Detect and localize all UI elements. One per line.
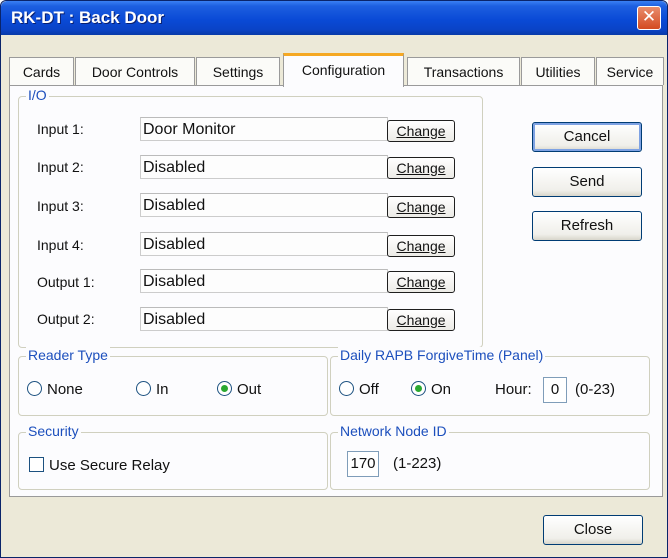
tab-utilities[interactable]: Utilities	[521, 57, 595, 85]
radio-circle-icon	[27, 381, 42, 396]
tab-door-controls[interactable]: Door Controls	[75, 57, 195, 85]
reader-type-group: Reader Type None In Out	[18, 347, 328, 416]
radio-selected-icon	[217, 381, 232, 396]
radio-label: In	[156, 381, 169, 398]
reader-type-label: Reader Type	[26, 347, 110, 363]
network-node-label: Network Node ID	[338, 423, 449, 439]
change-button[interactable]: Change	[387, 235, 455, 257]
send-button[interactable]: Send	[532, 167, 642, 197]
node-id-input[interactable]: 170	[347, 451, 379, 477]
radio-label: On	[431, 381, 452, 398]
io-row-value: Disabled	[140, 155, 388, 179]
reader-in-radio[interactable]: In	[136, 381, 169, 398]
change-button[interactable]: Change	[387, 120, 455, 142]
dialog-window: RK-DT : Back Door ✕ Cards Door Controls …	[0, 0, 668, 558]
radio-circle-icon	[339, 381, 354, 396]
io-row-value: Disabled	[140, 307, 388, 331]
radio-label: None	[47, 381, 83, 398]
io-row-label: Input 3:	[37, 198, 84, 214]
close-icon[interactable]: ✕	[637, 6, 661, 30]
reader-none-radio[interactable]: None	[27, 381, 83, 398]
hour-input[interactable]: 0	[543, 377, 567, 403]
cancel-button[interactable]: Cancel	[532, 122, 642, 152]
io-row-label: Output 1:	[37, 274, 95, 290]
tab-service[interactable]: Service	[596, 57, 664, 85]
radio-label: Out	[237, 381, 262, 398]
hour-label: Hour:	[495, 381, 532, 398]
tab-transactions[interactable]: Transactions	[407, 57, 520, 85]
tab-settings[interactable]: Settings	[196, 57, 280, 85]
io-group: I/O Input 1: Door Monitor Change Input 2…	[18, 87, 483, 348]
tab-configuration[interactable]: Configuration	[283, 53, 404, 87]
io-row-value: Disabled	[140, 232, 388, 256]
refresh-button[interactable]: Refresh	[532, 211, 642, 241]
change-button[interactable]: Change	[387, 271, 455, 293]
io-row-value: Disabled	[140, 193, 388, 217]
io-row-value: Door Monitor	[140, 117, 388, 141]
hour-range: (0-23)	[575, 381, 616, 398]
io-row-label: Input 4:	[37, 237, 84, 253]
reader-out-radio[interactable]: Out	[217, 381, 261, 398]
window-title: RK-DT : Back Door	[11, 8, 165, 27]
checkbox-icon	[29, 457, 44, 472]
configuration-panel: I/O Input 1: Door Monitor Change Input 2…	[9, 85, 663, 497]
close-button[interactable]: Close	[543, 515, 643, 545]
change-button[interactable]: Change	[387, 196, 455, 218]
security-group: Security Use Secure Relay	[18, 423, 328, 490]
radio-selected-icon	[411, 381, 426, 396]
io-row-value: Disabled	[140, 269, 388, 293]
io-row-label: Input 2:	[37, 159, 84, 175]
change-button[interactable]: Change	[387, 309, 455, 331]
checkbox-label: Use Secure Relay	[49, 457, 170, 474]
rapb-off-radio[interactable]: Off	[339, 381, 379, 398]
io-row-label: Input 1:	[37, 121, 84, 137]
secure-relay-checkbox[interactable]: Use Secure Relay	[29, 457, 170, 474]
rapb-on-radio[interactable]: On	[411, 381, 451, 398]
tab-strip: Cards Door Controls Settings Configurati…	[9, 41, 664, 87]
io-row-label: Output 2:	[37, 311, 95, 327]
radio-label: Off	[359, 381, 379, 398]
rapb-group: Daily RAPB ForgiveTime (Panel) Off On Ho…	[330, 347, 650, 416]
node-id-range: (1-223)	[393, 455, 442, 472]
change-button[interactable]: Change	[387, 157, 455, 179]
title-bar[interactable]: RK-DT : Back Door ✕	[1, 1, 667, 35]
security-label: Security	[26, 423, 81, 439]
rapb-label: Daily RAPB ForgiveTime (Panel)	[338, 347, 546, 363]
radio-circle-icon	[136, 381, 151, 396]
tab-cards[interactable]: Cards	[9, 57, 74, 85]
io-group-label: I/O	[26, 87, 49, 103]
network-node-group: Network Node ID 170 (1-223)	[330, 423, 650, 490]
